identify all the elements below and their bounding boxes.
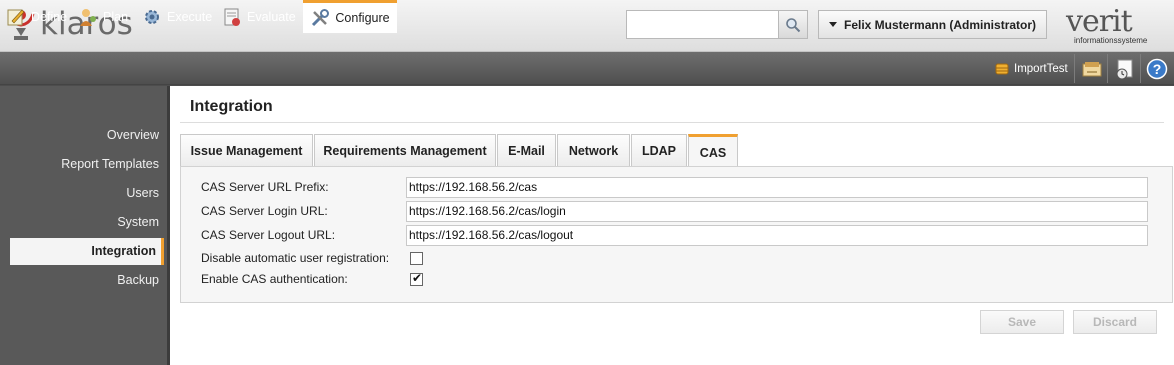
logout-url-input[interactable]: https://192.168.56.2/cas/logout xyxy=(406,225,1148,246)
tab-cas[interactable]: CAS xyxy=(688,134,738,168)
help-icon[interactable]: ? xyxy=(1146,58,1168,80)
nav-plan[interactable]: Plan xyxy=(78,0,134,33)
nav-evaluate[interactable]: Evaluate xyxy=(222,0,300,33)
url-prefix-input[interactable]: https://192.168.56.2/cas xyxy=(406,177,1148,198)
title-divider xyxy=(180,122,1164,123)
enable-cas-label: Enable CAS authentication: xyxy=(201,272,348,286)
tab-network[interactable]: Network xyxy=(557,134,630,167)
project-selector[interactable]: ImportTest xyxy=(995,52,1068,85)
toolbar-divider xyxy=(1074,54,1075,83)
history-icon[interactable] xyxy=(1114,58,1136,80)
search-button[interactable] xyxy=(778,10,808,39)
svg-text:?: ? xyxy=(1153,61,1162,77)
checkmark-icon: ✔ xyxy=(412,271,423,285)
search-input[interactable] xyxy=(626,10,779,39)
tab-ldap[interactable]: LDAP xyxy=(631,134,687,167)
verit-logo-subtitle: informationssysteme xyxy=(1074,36,1148,45)
sidebar-item-integration[interactable]: Integration xyxy=(10,238,164,265)
sidebar-item-backup[interactable]: Backup xyxy=(117,273,159,287)
sidebar-item-system[interactable]: System xyxy=(117,215,159,229)
toolbar-divider xyxy=(1107,54,1108,83)
tab-issue-management[interactable]: Issue Management xyxy=(180,134,313,167)
logout-url-label: CAS Server Logout URL: xyxy=(201,228,336,242)
url-prefix-label: CAS Server URL Prefix: xyxy=(201,180,329,194)
project-label: ImportTest xyxy=(1014,62,1068,75)
nav-execute-label: Execute xyxy=(167,9,213,24)
plan-icon xyxy=(78,7,98,27)
login-url-input[interactable]: https://192.168.56.2/cas/login xyxy=(406,201,1148,222)
chevron-down-icon xyxy=(829,22,837,27)
enable-cas-checkbox[interactable]: ✔ xyxy=(410,271,423,286)
disable-registration-label: Disable automatic user registration: xyxy=(201,251,390,265)
user-name: Felix Mustermann (Administrator) xyxy=(844,17,1037,32)
execute-icon xyxy=(142,7,162,27)
discard-button[interactable]: Discard xyxy=(1073,310,1157,334)
nav-define[interactable]: Define xyxy=(6,0,70,33)
sidebar-item-report-templates[interactable]: Report Templates xyxy=(61,157,159,171)
search-icon xyxy=(786,17,801,32)
verit-logo: verit informationssysteme xyxy=(1066,6,1166,48)
bookmark-icon[interactable] xyxy=(1081,58,1103,80)
main-content: Integration Issue Management Requirement… xyxy=(170,86,1174,365)
database-icon xyxy=(995,63,1009,74)
tab-email[interactable]: E-Mail xyxy=(497,134,556,167)
nav-execute[interactable]: Execute xyxy=(142,0,216,33)
tab-requirements-management[interactable]: Requirements Management xyxy=(314,134,496,167)
nav-define-label: Define xyxy=(31,9,68,24)
login-url-label: CAS Server Login URL: xyxy=(201,204,328,218)
cas-settings-panel: CAS Server URL Prefix: https://192.168.5… xyxy=(180,166,1173,303)
save-button[interactable]: Save xyxy=(980,310,1064,334)
verit-logo-text: verit xyxy=(1066,4,1133,39)
evaluate-icon xyxy=(222,7,242,27)
sidebar-item-overview[interactable]: Overview xyxy=(107,128,159,142)
nav-plan-label: Plan xyxy=(103,9,129,24)
configure-icon xyxy=(310,8,330,28)
page-title: Integration xyxy=(190,98,273,115)
settings-sidebar: Overview Report Templates Users System I… xyxy=(0,86,170,365)
nav-configure[interactable]: Configure xyxy=(303,0,397,33)
disable-registration-checkbox[interactable] xyxy=(410,252,423,265)
nav-configure-label: Configure xyxy=(335,11,390,25)
toolbar-divider xyxy=(1140,54,1141,83)
define-icon xyxy=(6,7,26,27)
nav-evaluate-label: Evaluate xyxy=(247,9,296,24)
user-menu-button[interactable]: Felix Mustermann (Administrator) xyxy=(818,10,1047,39)
sidebar-item-users[interactable]: Users xyxy=(126,186,159,200)
